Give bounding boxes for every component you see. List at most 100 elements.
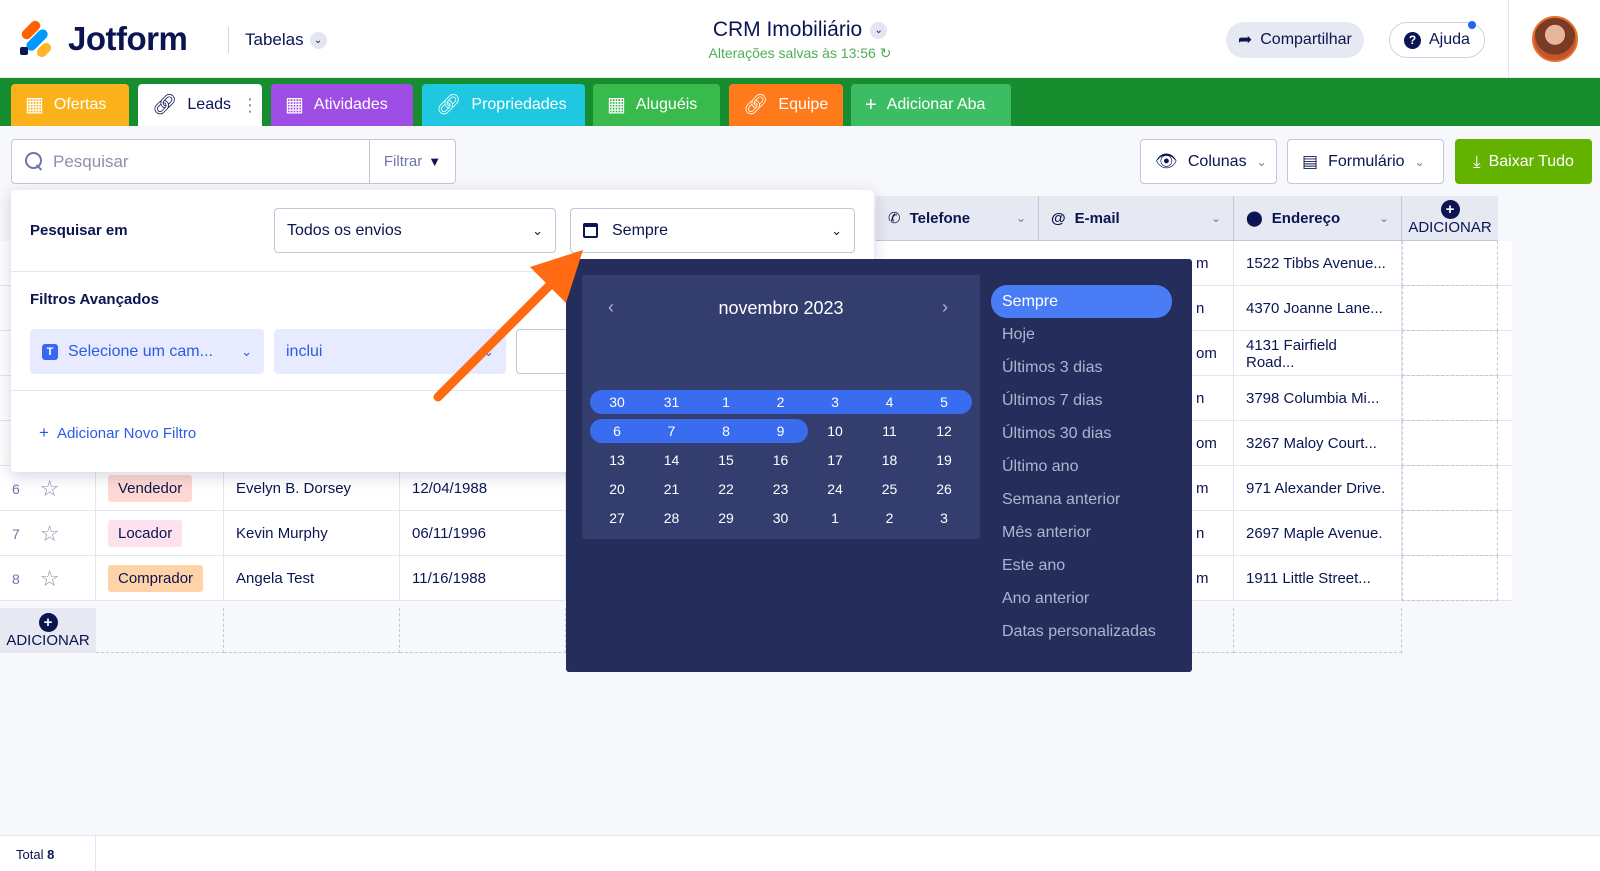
star-icon[interactable]: ☆ [40, 566, 60, 592]
date-range-option[interactable]: Datas personalizadas [991, 615, 1172, 648]
calendar-day[interactable]: 3 [808, 390, 862, 414]
row-number-cell[interactable]: 8 ☆ [0, 556, 96, 601]
chevron-down-icon[interactable]: ⌄ [1016, 211, 1026, 225]
column-header-telefone[interactable]: ✆ Telefone ⌄ [876, 196, 1039, 241]
calendar-day[interactable]: 6 [590, 419, 644, 443]
type-cell[interactable]: Locador [96, 511, 224, 556]
address-cell[interactable]: 4131 Fairfield Road... [1234, 331, 1402, 376]
name-cell[interactable]: Evelyn B. Dorsey [224, 466, 400, 511]
filter-button[interactable]: Filtrar ▼ [369, 140, 455, 183]
name-cell[interactable]: Kevin Murphy [224, 511, 400, 556]
date-range-option[interactable]: Semana anterior [991, 483, 1172, 516]
tab-propriedades[interactable]: 🔗︎ Propriedades [422, 84, 585, 126]
download-all-button[interactable]: ⤓ Baixar Tudo [1455, 139, 1592, 184]
date-range-option[interactable]: Último ano [991, 450, 1172, 483]
help-button[interactable]: ? Ajuda [1389, 21, 1485, 58]
row-number-cell[interactable]: 7 ☆ [0, 511, 96, 556]
more-vertical-icon[interactable]: ⋮ [241, 95, 259, 116]
field-select[interactable]: T Selecione um cam... ⌄ [30, 329, 264, 374]
column-header-email[interactable]: @ E-mail ⌄ [1039, 196, 1234, 241]
chevron-down-icon[interactable]: ⌄ [1211, 211, 1221, 225]
star-icon[interactable]: ☆ [40, 476, 60, 502]
chevron-down-icon[interactable]: ⌄ [1379, 211, 1389, 225]
address-cell[interactable]: 1522 Tibbs Avenue... [1234, 241, 1402, 286]
date-range-option[interactable]: Ano anterior [991, 582, 1172, 615]
address-cell[interactable]: 2697 Maple Avenue. [1234, 511, 1402, 556]
calendar-day[interactable]: 21 [645, 477, 699, 501]
calendar-day[interactable]: 30 [754, 506, 808, 530]
add-tab-button[interactable]: + Adicionar Aba [851, 84, 1011, 126]
avatar[interactable] [1532, 16, 1578, 62]
tab-atividades[interactable]: ▦ Atividades [271, 84, 413, 126]
calendar-day[interactable]: 31 [645, 390, 699, 414]
calendar-day[interactable]: 1 [699, 390, 753, 414]
add-column-button[interactable]: + ADICIONAR [1402, 196, 1498, 241]
calendar-day[interactable]: 5 [917, 390, 971, 414]
calendar-day[interactable]: 27 [590, 506, 644, 530]
row-number-cell[interactable]: 6 ☆ [0, 466, 96, 511]
date-range-select[interactable]: Sempre ⌄ [570, 208, 855, 253]
address-cell[interactable]: 971 Alexander Drive. [1234, 466, 1402, 511]
calendar-day[interactable]: 18 [863, 448, 917, 472]
calendar-day[interactable]: 15 [699, 448, 753, 472]
columns-button[interactable]: 👁︎ Colunas ⌄ [1140, 139, 1277, 184]
calendar-day[interactable]: 14 [645, 448, 699, 472]
date-cell[interactable]: 12/04/1988 [400, 466, 566, 511]
form-button[interactable]: ▤ Formulário ⌄ [1287, 139, 1444, 184]
search-input[interactable] [53, 151, 343, 172]
date-cell[interactable]: 11/16/1988 [400, 556, 566, 601]
share-button[interactable]: ➦ Compartilhar [1226, 22, 1364, 58]
date-range-option[interactable]: Mês anterior [991, 516, 1172, 549]
date-range-option[interactable]: Últimos 3 dias [991, 351, 1172, 384]
calendar-day[interactable]: 26 [917, 477, 971, 501]
type-cell[interactable]: Vendedor [96, 466, 224, 511]
calendar-day[interactable]: 1 [808, 506, 862, 530]
calendar-day[interactable]: 10 [808, 419, 862, 443]
tables-menu[interactable]: Tabelas ⌄ [228, 27, 327, 53]
date-range-option[interactable]: Hoje [991, 318, 1172, 351]
date-cell[interactable]: 06/11/1996 [400, 511, 566, 556]
calendar-day[interactable]: 23 [754, 477, 808, 501]
add-filter-button[interactable]: + Adicionar Novo Filtro [39, 423, 196, 443]
calendar-day[interactable]: 13 [590, 448, 644, 472]
table-title-menu[interactable]: CRM Imobiliário ⌄ [713, 18, 888, 42]
calendar-day[interactable]: 4 [863, 390, 917, 414]
address-cell[interactable]: 4370 Joanne Lane... [1234, 286, 1402, 331]
date-range-option[interactable]: Últimos 7 dias [991, 384, 1172, 417]
tab-equipe[interactable]: 🔗︎ Equipe [729, 84, 843, 126]
calendar-day[interactable]: 30 [590, 390, 644, 414]
address-cell[interactable]: 1911 Little Street... [1234, 556, 1402, 601]
calendar-day[interactable]: 3 [917, 506, 971, 530]
calendar-day[interactable]: 28 [645, 506, 699, 530]
calendar-day[interactable]: 9 [754, 419, 808, 443]
column-header-endereco[interactable]: ⬤ Endereço ⌄ [1234, 196, 1402, 241]
address-cell[interactable]: 3798 Columbia Mi... [1234, 376, 1402, 421]
tab-alugueis[interactable]: ▦ Aluguéis [593, 84, 720, 126]
calendar-day[interactable]: 22 [699, 477, 753, 501]
calendar-day[interactable]: 8 [699, 419, 753, 443]
address-cell[interactable]: 3267 Maloy Court... [1234, 421, 1402, 466]
date-range-option[interactable]: Últimos 30 dias [991, 417, 1172, 450]
calendar-day[interactable]: 2 [863, 506, 917, 530]
chevron-right-icon[interactable]: › [942, 297, 948, 318]
calendar-day[interactable]: 7 [645, 419, 699, 443]
add-row-button[interactable]: + ADICIONAR [0, 608, 96, 653]
tab-ofertas[interactable]: ▦ Ofertas [11, 84, 129, 126]
calendar-day[interactable]: 20 [590, 477, 644, 501]
calendar-day[interactable]: 16 [754, 448, 808, 472]
calendar-day[interactable]: 11 [863, 419, 917, 443]
calendar-day[interactable]: 29 [699, 506, 753, 530]
calendar-day[interactable]: 25 [863, 477, 917, 501]
date-range-option[interactable]: Sempre [991, 285, 1172, 318]
tab-leads[interactable]: 🔗︎ Leads ⋮ [138, 84, 262, 126]
calendar-day[interactable]: 17 [808, 448, 862, 472]
calendar-day[interactable]: 24 [808, 477, 862, 501]
calendar-day[interactable]: 19 [917, 448, 971, 472]
date-range-option[interactable]: Este ano [991, 549, 1172, 582]
jotform-logo[interactable]: Jotform [19, 18, 188, 60]
type-cell[interactable]: Comprador [96, 556, 224, 601]
calendar-day[interactable]: 12 [917, 419, 971, 443]
name-cell[interactable]: Angela Test [224, 556, 400, 601]
star-icon[interactable]: ☆ [40, 521, 60, 547]
calendar-day[interactable]: 2 [754, 390, 808, 414]
